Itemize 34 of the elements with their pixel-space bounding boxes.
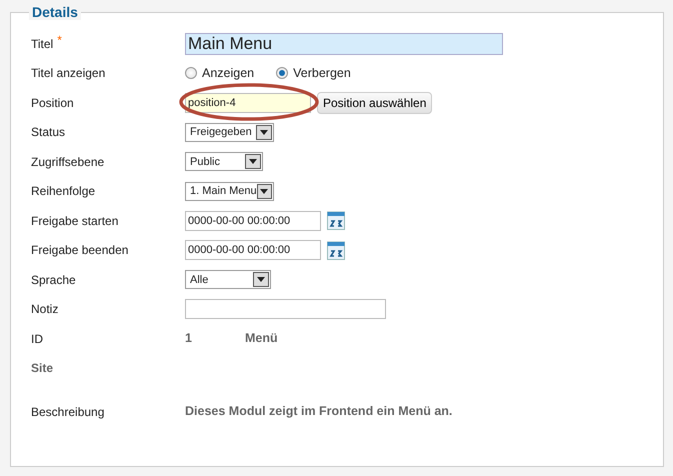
calendar-icon[interactable] [327, 240, 345, 260]
radio-button[interactable] [185, 67, 197, 80]
radio-button[interactable] [276, 67, 288, 80]
field-label: Notiz [31, 302, 58, 316]
dropdown[interactable]: Freigegeben [185, 122, 274, 142]
static-value: 1 [185, 330, 193, 348]
date-field[interactable]: 0000-00-00 00:00:00 [185, 210, 321, 231]
section-heading: Site [31, 361, 54, 376]
field-label: Freigabe starten [31, 214, 118, 228]
field-label: Status [31, 125, 66, 140]
field-label: Beschreibung [31, 404, 104, 419]
field-label: Reihenfolge [31, 184, 96, 198]
panel-legend: Details [29, 4, 81, 20]
static-value: Menü [245, 330, 278, 348]
field-label: ID [31, 332, 43, 346]
position-field[interactable]: position-4 [185, 92, 311, 113]
required-mark: * [57, 32, 62, 47]
field-label: Sprache [31, 272, 76, 287]
note-field[interactable] [185, 299, 386, 320]
calendar-icon[interactable] [327, 211, 345, 230]
radio-label[interactable]: Verbergen [293, 64, 351, 83]
dropdown[interactable]: Alle [185, 270, 271, 290]
title-field[interactable]: Main Menu [185, 32, 503, 55]
description-text: Dieses Modul zeigt im Frontend ein Menü an. [185, 403, 452, 420]
date-field[interactable]: 0000-00-00 00:00:00 [185, 240, 321, 260]
dropdown[interactable]: Public [185, 152, 263, 172]
field-label: Zugriffsebene [31, 154, 104, 169]
field-label: Titel anzeigen [31, 66, 106, 80]
select-position-button[interactable]: Position auswählen [317, 92, 432, 114]
dropdown[interactable]: 1. Main Menu [185, 182, 274, 201]
field-label: Freigabe beenden [31, 243, 128, 258]
field-label: Position [31, 96, 74, 110]
radio-label[interactable]: Anzeigen [202, 64, 254, 83]
field-label: Titel [31, 36, 54, 51]
